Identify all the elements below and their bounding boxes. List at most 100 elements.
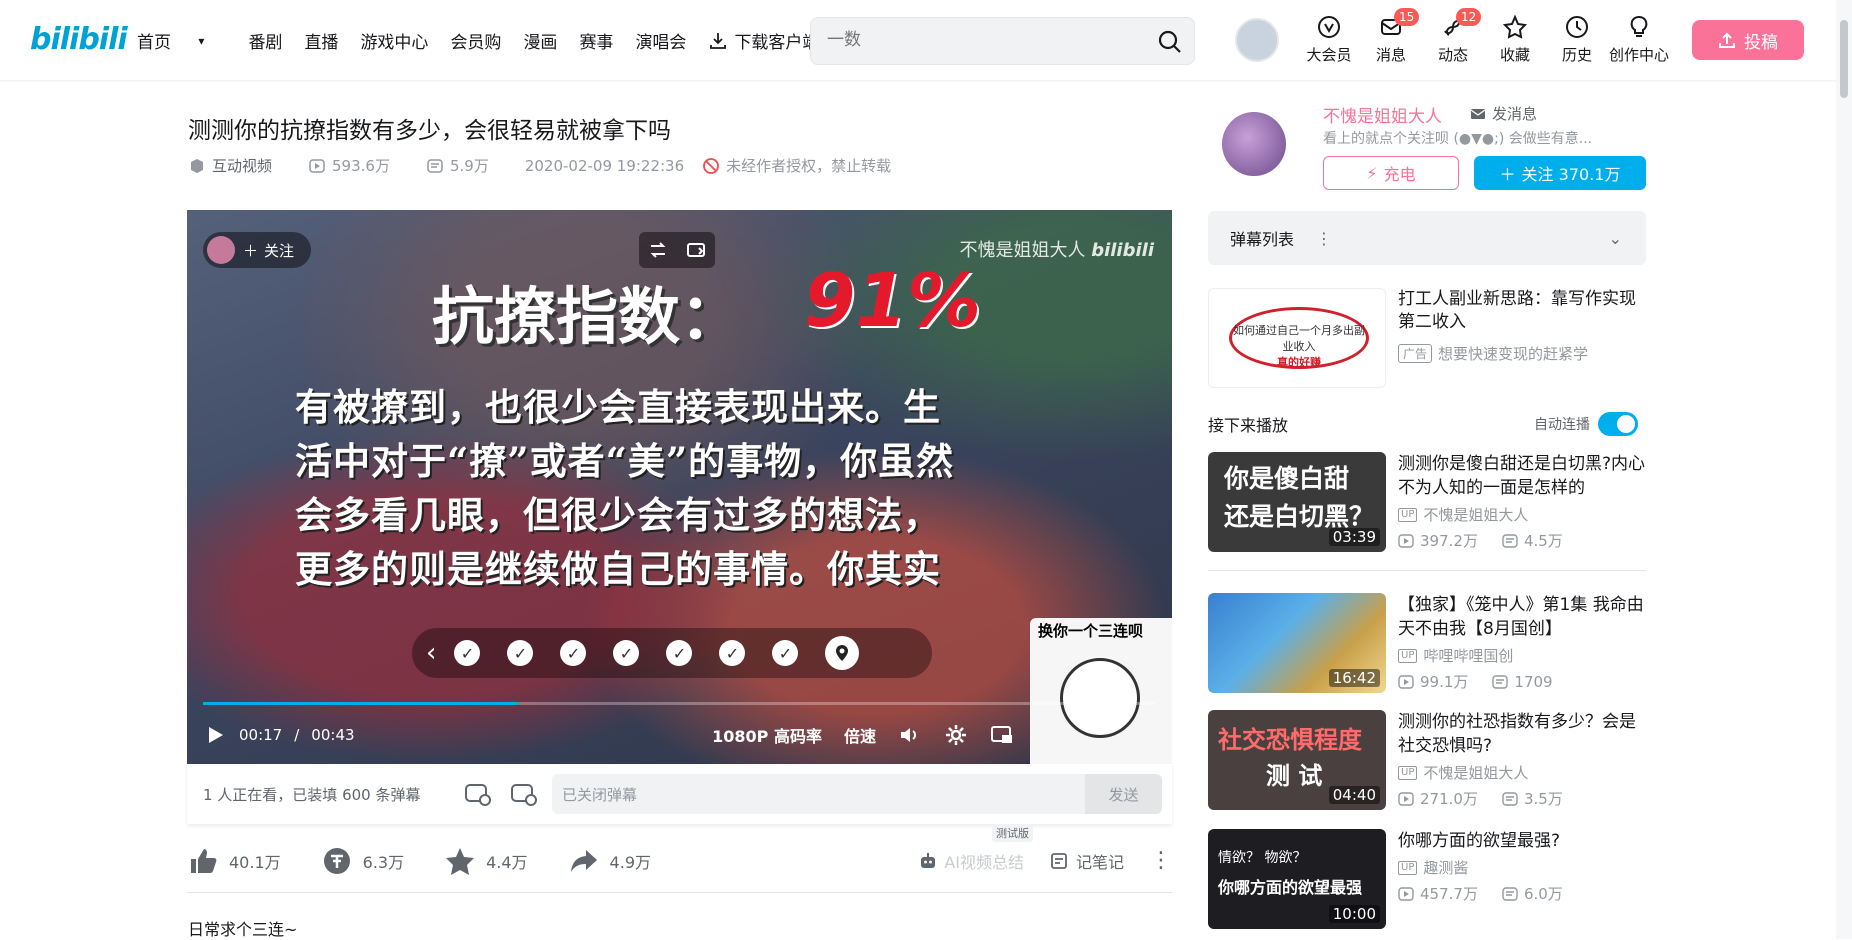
- more-icon[interactable]: ⋮: [1316, 229, 1332, 248]
- danmaku-settings-icon[interactable]: [509, 779, 539, 809]
- uploader-signature: 看上的就点个关注呗 (●▼●;) 会做些有意...: [1323, 131, 1593, 147]
- recommend-title: 你哪方面的欲望最强?: [1398, 831, 1561, 851]
- nav-home-label: 首页: [137, 33, 171, 53]
- header-favorites[interactable]: 收藏: [1484, 14, 1546, 65]
- bilibili-logo[interactable]: bilibili: [30, 22, 128, 57]
- recommend-card[interactable]: 你是傻白甜 还是白切黑？ 03:39 测测你是傻白甜还是白切黑?内心不为人知的一面…: [1208, 452, 1646, 552]
- recommend-uploader-name: 不愧是姐姐大人: [1423, 506, 1529, 524]
- nav-mall[interactable]: 会员购: [450, 28, 501, 53]
- share-button[interactable]: 4.9万: [568, 845, 651, 877]
- location-pin-icon[interactable]: [825, 636, 860, 670]
- header-dynamic[interactable]: 12 动态: [1422, 8, 1484, 65]
- danmaku-send-button[interactable]: 发送: [1085, 774, 1162, 814]
- autoplay-toggle[interactable]: [1598, 412, 1638, 436]
- scrollbar-thumb[interactable]: [1840, 20, 1848, 98]
- progress-bar[interactable]: [203, 702, 1156, 705]
- favorite-button[interactable]: 4.4万: [444, 845, 528, 877]
- video-duration: 03:39: [1328, 528, 1380, 546]
- favorites-label: 收藏: [1499, 46, 1530, 64]
- more-icon[interactable]: ⋮: [1150, 850, 1172, 872]
- danmaku-input[interactable]: 已关闭弹幕 发送: [552, 774, 1162, 814]
- page-scrollbar[interactable]: [1836, 0, 1852, 939]
- ai-summary-button[interactable]: AI视频总结: [918, 849, 1024, 873]
- recommend-uploader-name: 不愧是姐姐大人: [1423, 764, 1529, 782]
- like-button[interactable]: 40.1万: [187, 845, 281, 877]
- coin-count: 6.3万: [362, 853, 405, 872]
- check-node-icon[interactable]: ✓: [454, 640, 481, 666]
- uploader-avatar[interactable]: [1222, 112, 1286, 176]
- recommend-card[interactable]: 情欲？ 物欲？ 你哪方面的欲望最强 10:00 你哪方面的欲望最强? UP 趣测酱 …: [1208, 829, 1646, 929]
- divider: [1208, 570, 1646, 571]
- autoplay-control: 自动连播: [1534, 412, 1638, 436]
- chevron-down-icon[interactable]: ⌄: [1609, 229, 1622, 248]
- check-node-icon[interactable]: ✓: [613, 640, 640, 666]
- dynamic-badge: 12: [1456, 8, 1482, 26]
- recommend-views: 397.2万: [1420, 532, 1478, 550]
- recommend-title: 测测你是傻白甜还是白切黑?内心不为人知的一面是怎样的: [1398, 454, 1646, 498]
- quality-selector[interactable]: 1080P 高码率: [712, 723, 822, 747]
- upload-button[interactable]: 投稿: [1692, 20, 1804, 60]
- uploader-name[interactable]: 不愧是姐姐大人: [1323, 102, 1442, 127]
- mail-icon: [1470, 108, 1486, 119]
- ai-summary-label: AI视频总结: [944, 853, 1024, 872]
- nav-home[interactable]: 首页 ▾: [137, 28, 226, 53]
- screenshot-icon[interactable]: [685, 239, 707, 261]
- up-tag-icon: UP: [1398, 860, 1418, 875]
- ad-title[interactable]: 打工人副业新思路：靠写作实现第二收入: [1398, 288, 1648, 334]
- nav-concert[interactable]: 演唱会: [635, 28, 686, 53]
- header-messages[interactable]: 15 消息: [1360, 8, 1422, 65]
- volume-icon[interactable]: [898, 723, 922, 747]
- follow-label: 关注 370.1万: [1521, 165, 1621, 184]
- user-avatar[interactable]: [1235, 18, 1279, 62]
- nav-game-center[interactable]: 游戏中心: [360, 28, 428, 53]
- check-node-icon[interactable]: ✓: [560, 640, 587, 666]
- overlay-percent: 91%: [804, 258, 982, 344]
- check-node-icon[interactable]: ✓: [772, 640, 799, 666]
- play-icon[interactable]: [203, 723, 227, 747]
- player-follow-button[interactable]: ＋ 关注: [203, 232, 311, 268]
- recommend-stats: 271.0万 3.5万: [1398, 788, 1563, 809]
- nav-live[interactable]: 直播: [304, 28, 338, 53]
- overlay-text: 有被撩到，也很少会直接表现出来。生活中对于“撩”或者“美”的事物，你虽然会多看几…: [295, 385, 955, 591]
- video-title: 测测你的抗撩指数有多少，会很轻易就被拿下吗: [188, 118, 671, 144]
- ad-thumbnail-highlight: 真的好赚: [1277, 356, 1321, 369]
- thumb-line: 你是傻白甜: [1224, 464, 1350, 493]
- chevron-left-icon[interactable]: ‹: [426, 638, 436, 668]
- lightning-icon: ⚡: [1366, 163, 1378, 183]
- time-separator: /: [294, 726, 300, 744]
- speed-selector[interactable]: 倍速: [844, 723, 876, 747]
- pip-icon[interactable]: [990, 723, 1014, 747]
- search-input[interactable]: [827, 30, 1127, 50]
- settings-gear-icon[interactable]: [944, 723, 968, 747]
- video-type-label: 互动视频: [212, 157, 273, 175]
- search-icon[interactable]: [1156, 28, 1184, 56]
- send-message-link[interactable]: 发消息: [1470, 103, 1537, 124]
- nav-esports[interactable]: 赛事: [579, 28, 613, 53]
- charge-button[interactable]: ⚡ 充电: [1323, 156, 1459, 190]
- header-creator-center[interactable]: 创作中心: [1608, 14, 1670, 65]
- nav-bangumi[interactable]: 番剧: [248, 28, 282, 53]
- follow-button[interactable]: ＋ 关注 370.1万: [1474, 156, 1646, 190]
- swap-icon[interactable]: [647, 239, 669, 261]
- divider: [187, 892, 1172, 893]
- check-node-icon[interactable]: ✓: [719, 640, 746, 666]
- video-meta: 互动视频 593.6万 5.9万 2020-02-09 19:22:36 未经作…: [188, 155, 927, 176]
- ad-thumbnail[interactable]: 如何通过自己一个月多出副业收入真的好赚: [1208, 288, 1386, 388]
- danmaku-list-header[interactable]: 弹幕列表 ⋮ ⌄: [1208, 211, 1646, 265]
- ad-thumbnail-caption: 如何通过自己一个月多出副业收入: [1233, 324, 1365, 353]
- danmaku-toggle-icon[interactable]: [463, 779, 493, 809]
- thumb-line: 社交恐惧程度: [1218, 726, 1362, 754]
- coin-button[interactable]: 6.3万: [321, 845, 404, 877]
- nav-manga[interactable]: 漫画: [523, 28, 557, 53]
- check-node-icon[interactable]: ✓: [666, 640, 693, 666]
- recommend-card[interactable]: 社交恐惧程度测 试 04:40 测测你的社恐指数有多少？会是社交恐惧吗? UP 不…: [1208, 710, 1646, 810]
- header-history[interactable]: 历史: [1546, 14, 1608, 65]
- current-time: 00:17: [239, 726, 283, 744]
- recommend-card[interactable]: 16:42 【独家】《笼中人》第1集 我命由天不由我【8月国创】 UP 哔哩哔哩国…: [1208, 593, 1646, 693]
- video-player[interactable]: ＋ 关注 不愧是姐姐大人 bilibili 抗撩指数： 91% 有被撩到，也很少…: [187, 210, 1172, 764]
- notes-button[interactable]: 记笔记: [1050, 849, 1124, 873]
- favorite-count: 4.4万: [486, 853, 528, 872]
- check-node-icon[interactable]: ✓: [507, 640, 534, 666]
- up-next-label: 接下来播放: [1208, 416, 1289, 435]
- header-vip[interactable]: 大会员: [1298, 14, 1360, 65]
